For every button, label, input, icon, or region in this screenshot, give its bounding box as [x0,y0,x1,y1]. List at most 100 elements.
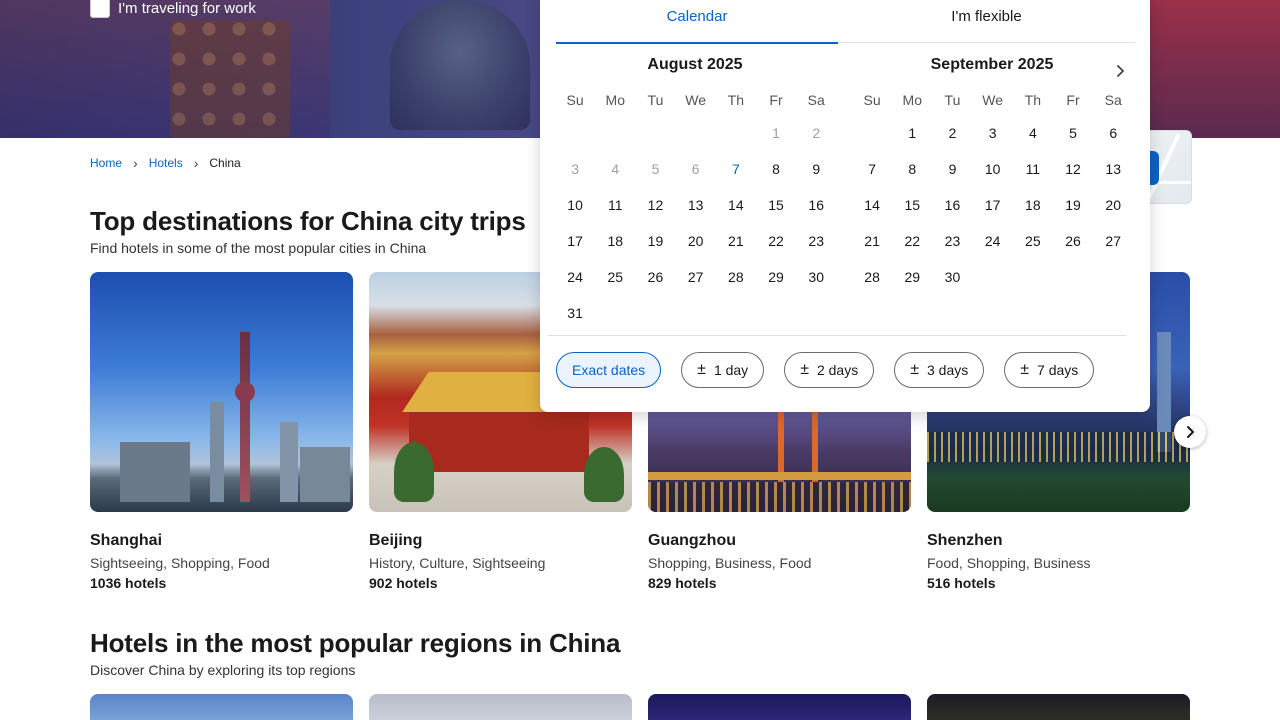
day-cell[interactable]: 17 [555,223,595,259]
skyline-block [300,447,350,502]
day-cell[interactable]: 30 [932,259,972,295]
chip-7-days[interactable]: ±7 days [1004,352,1095,388]
day-cell[interactable]: 24 [555,259,595,295]
day-cell[interactable]: 25 [595,259,635,295]
day-cell[interactable]: 15 [892,187,932,223]
tv-tower-sphere [235,382,255,402]
tab-flexible[interactable]: I'm flexible [838,0,1135,43]
skyline-block [280,422,298,502]
tab-calendar-label: Calendar [666,8,728,25]
work-travel-label: I'm traveling for work [118,0,256,17]
day-cell[interactable]: 10 [973,151,1013,187]
chip-2-days[interactable]: ±2 days [784,352,875,388]
day-cell[interactable]: 19 [635,223,675,259]
carousel-next-button[interactable] [1174,416,1206,448]
day-cell[interactable]: 13 [676,187,716,223]
day-cell[interactable]: 14 [716,187,756,223]
day-cell[interactable]: 4 [1013,115,1053,151]
day-cell[interactable]: 22 [892,223,932,259]
day-cell[interactable]: 31 [555,295,595,331]
checkbox-box[interactable] [90,0,110,18]
section-title-city-trips: Top destinations for China city trips [90,206,526,236]
month-days-grid: 1 2 3 4 5 6 7 8 9 10 11 12 13 14 15 16 17 18 19 20 21 22 23 24 2… [852,115,1132,295]
day-cell[interactable]: 24 [973,223,1013,259]
day-cell[interactable]: 16 [796,187,836,223]
chip-1-day[interactable]: ±1 day [681,352,765,388]
day-cell[interactable]: 19 [1053,187,1093,223]
day-cell[interactable]: 10 [555,187,595,223]
day-cell[interactable]: 22 [756,223,796,259]
next-month-button[interactable] [1110,60,1132,82]
day-cell[interactable]: 11 [595,187,635,223]
breadcrumb-home[interactable]: Home [90,156,122,170]
breadcrumb: Home › Hotels › China [90,156,241,170]
day-cell[interactable]: 8 [892,151,932,187]
day-cell[interactable]: 2 [932,115,972,151]
date-picker-tabs: Calendar I'm flexible [556,0,1135,44]
day-cell[interactable]: 29 [756,259,796,295]
chip-3-days[interactable]: ±3 days [894,352,985,388]
day-cell[interactable]: 17 [973,187,1013,223]
day-cell[interactable]: 25 [1013,223,1053,259]
day-cell[interactable]: 30 [796,259,836,295]
city-hotel-count: 902 hotels [369,575,438,591]
day-cell[interactable]: 6 [1093,115,1133,151]
city-card-shanghai[interactable]: Shanghai Sightseeing, Shopping, Food 103… [90,272,353,591]
city-name[interactable]: Beijing [369,532,632,550]
work-travel-checkbox[interactable]: I'm traveling for work [90,0,256,18]
region-card[interactable] [90,694,353,720]
day-cell[interactable]: 21 [852,223,892,259]
day-cell[interactable]: 27 [1093,223,1133,259]
city-name[interactable]: Shanghai [90,532,353,550]
day-cell: 6 [691,161,700,177]
day-cell[interactable]: 20 [676,223,716,259]
bridge-deck [648,472,911,480]
plus-minus-icon: ± [697,361,706,378]
month-title: September 2025 [930,56,1054,73]
day-cell[interactable]: 7 [716,151,756,187]
day-cell[interactable]: 26 [1053,223,1093,259]
day-cell[interactable]: 3 [973,115,1013,151]
palace-hall [409,412,589,472]
day-cell[interactable]: 28 [852,259,892,295]
day-cell[interactable]: 16 [932,187,972,223]
day-cell[interactable]: 21 [716,223,756,259]
day-cell[interactable]: 11 [1013,151,1053,187]
day-cell[interactable]: 18 [1013,187,1053,223]
tree [394,442,434,502]
day-cell[interactable]: 14 [852,187,892,223]
day-cell[interactable]: 20 [1093,187,1133,223]
region-card[interactable] [648,694,911,720]
chip-label: Exact dates [572,362,646,378]
region-card[interactable] [369,694,632,720]
day-cell[interactable]: 9 [796,151,836,187]
day-cell[interactable]: 9 [932,151,972,187]
day-cell[interactable]: 13 [1093,151,1133,187]
day-cell[interactable]: 23 [796,223,836,259]
day-cell[interactable]: 23 [932,223,972,259]
city-name[interactable]: Guangzhou [648,532,911,550]
weekday-label: We [982,92,1004,108]
breadcrumb-hotels[interactable]: Hotels [149,156,183,170]
day-cell[interactable]: 1 [892,115,932,151]
day-cell[interactable]: 27 [676,259,716,295]
day-cell[interactable]: 18 [595,223,635,259]
weekday-label: Su [863,92,881,108]
day-cell[interactable]: 28 [716,259,756,295]
day-cell[interactable]: 12 [1053,151,1093,187]
day-cell[interactable]: 7 [852,151,892,187]
city-tags: Food, Shopping, Business [927,555,1091,571]
day-cell[interactable]: 8 [756,151,796,187]
weekday-label: Mo [902,92,922,108]
city-name[interactable]: Shenzhen [927,532,1190,550]
day-cell[interactable]: 12 [635,187,675,223]
city-image-shanghai[interactable] [90,272,353,512]
day-cell[interactable]: 15 [756,187,796,223]
region-card[interactable] [927,694,1190,720]
tab-calendar[interactable]: Calendar [556,0,838,44]
day-cell[interactable]: 26 [635,259,675,295]
chip-exact-dates[interactable]: Exact dates [556,352,662,388]
day-cell[interactable]: 5 [1053,115,1093,151]
weekday-label: Fr [769,92,783,108]
day-cell[interactable]: 29 [892,259,932,295]
